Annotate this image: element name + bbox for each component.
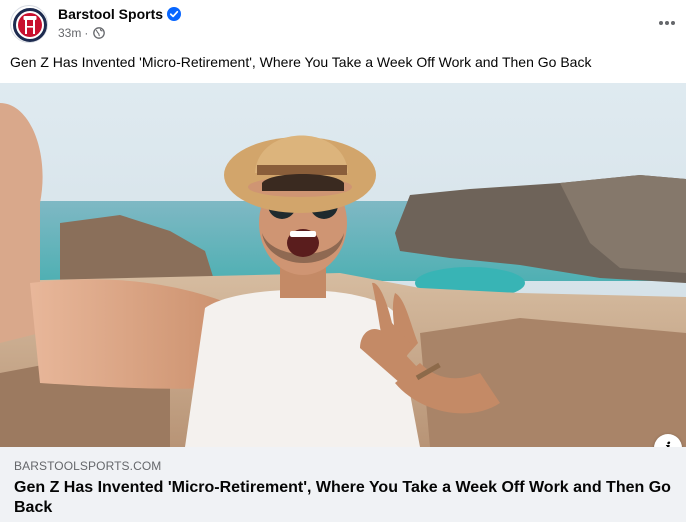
- more-options-button[interactable]: [654, 10, 680, 36]
- post-meta: 33m ·: [58, 25, 91, 41]
- link-domain: BARSTOOLSPORTS.COM: [14, 459, 162, 473]
- barstool-logo-icon: [13, 8, 47, 42]
- page-name[interactable]: Barstool Sports: [58, 5, 163, 23]
- facebook-post: Barstool Sports 33m · Gen Z Has Invented …: [0, 0, 686, 522]
- verified-badge-icon: [167, 7, 181, 21]
- post-image[interactable]: [0, 83, 686, 447]
- selfie-beach-photo: [0, 83, 686, 447]
- page-avatar[interactable]: [10, 5, 48, 43]
- post-timestamp[interactable]: 33m: [58, 26, 81, 40]
- post-text: Gen Z Has Invented 'Micro-Retirement', W…: [10, 54, 592, 70]
- link-preview[interactable]: BARSTOOLSPORTS.COM Gen Z Has Invented 'M…: [0, 447, 686, 522]
- globe-icon: [93, 27, 105, 39]
- post-header: Barstool Sports 33m ·: [0, 0, 686, 46]
- meta-separator: ·: [84, 26, 89, 40]
- link-title[interactable]: Gen Z Has Invented 'Micro-Retirement', W…: [14, 478, 674, 518]
- more-horizontal-icon: [659, 21, 675, 25]
